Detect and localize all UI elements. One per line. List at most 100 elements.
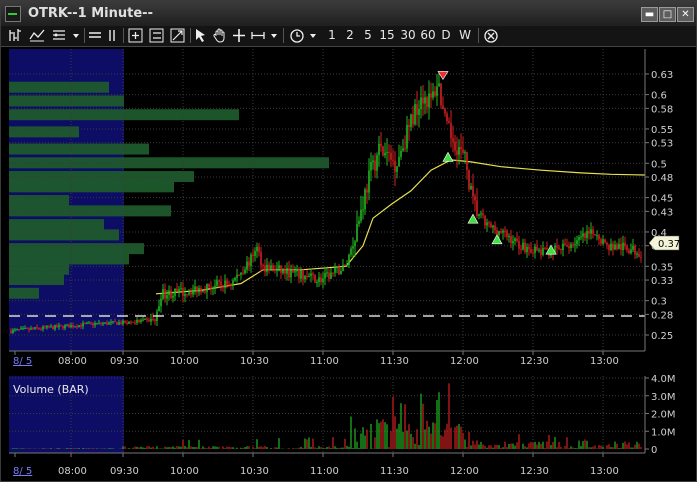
zoom-fit-icon[interactable] [169,27,187,44]
price-candle-body [174,288,176,296]
price-candle-body [456,150,458,155]
price-candle-body [466,152,468,171]
price-candle-body [380,143,382,147]
price-candle-body [310,273,312,276]
price-candle-body [116,322,118,325]
price-candle-body [430,93,432,98]
price-candle-body [438,83,440,87]
price-candle-body [74,326,76,328]
price-x-tick-label: 12:00 [450,356,479,367]
price-candle-body [414,104,416,125]
price-candle-body [330,272,332,279]
tool-dropdown-icon[interactable] [269,27,279,44]
price-candle-body [402,148,404,151]
period-2-button[interactable]: 2 [343,27,357,44]
chart-area[interactable]: 0.630.60.580.550.530.50.480.450.430.40.3… [1,47,696,481]
clock-icon[interactable] [288,27,306,44]
price-candle-body [216,280,218,286]
price-candle-body [202,291,204,293]
price-candle-body [462,149,464,153]
price-candle-body [176,288,178,292]
price-candle-body [242,272,244,274]
price-candle-body [118,322,120,325]
cursor-arrow-icon[interactable] [193,27,209,44]
crosshair-icon[interactable] [231,27,247,44]
price-candle-body [56,325,58,328]
price-candle-body [378,143,380,156]
price-candle-body [146,318,148,320]
price-candle-body [302,270,304,280]
zoom-in-icon[interactable] [127,27,145,44]
price-x-tick-label: 11:30 [380,356,409,367]
price-candle-body [158,306,160,312]
period-15-button[interactable]: 15 [378,27,396,44]
price-candle-body [514,238,516,242]
bar-chart-icon[interactable] [7,27,25,44]
price-candle-body [450,123,452,139]
minimize-button[interactable]: ▬ [641,7,658,22]
price-candle-body [292,269,294,273]
price-candle-body [334,267,336,273]
period-30-button[interactable]: 30 [399,27,417,44]
price-candle-body [210,287,212,289]
price-y-tick-label: 0.35 [651,262,673,273]
period-dropdown-icon[interactable] [308,27,318,44]
price-candle-body [100,322,102,324]
hand-pan-icon[interactable] [212,27,228,44]
price-candle-body [10,330,12,333]
price-candle-body [16,329,18,331]
price-candle-body [538,249,540,251]
price-x-tick-label: 10:30 [240,356,269,367]
price-candle-body [530,248,532,253]
price-candle-body [286,267,288,274]
price-candle-body [400,150,402,157]
price-candle-body [128,321,130,324]
price-candle-body [264,265,266,272]
price-candle-body [356,224,358,242]
price-candle-body [280,265,282,273]
price-candle-body [500,231,502,233]
period-weekly-button[interactable]: W [457,27,473,44]
price-candle-body [164,289,166,299]
volume-x-tick-label: 10:00 [170,466,199,477]
horizontal-lines-icon[interactable] [87,27,103,44]
period-daily-button[interactable]: D [439,27,453,44]
price-candle-body [472,185,474,197]
cancel-circle-icon[interactable] [482,27,500,44]
price-candle-body [260,252,262,266]
indicators-icon[interactable] [50,27,68,44]
price-candle-body [640,256,642,258]
maximize-button[interactable]: □ [659,7,676,22]
price-candle-body [394,160,396,172]
price-candle-body [626,246,628,251]
volume-y-tick-label: 0 [651,445,657,456]
zoom-out-icon[interactable] [148,27,166,44]
price-candle-body [432,91,434,98]
price-candle-body [172,295,174,298]
price-candle-body [570,244,572,249]
volume-profile-bar [9,263,69,275]
title-bar[interactable]: OTRK--1 Minute-- ▬ □ ✕ [1,1,696,27]
candle-chart-icon[interactable] [28,27,46,44]
price-x-tick-label: 8/ 5 [13,356,32,367]
period-5-button[interactable]: 5 [361,27,375,44]
price-candle-body [460,146,462,150]
window-title: OTRK--1 Minute-- [28,6,153,21]
volume-profile-bar [9,229,119,241]
price-candle-body [348,254,350,265]
measure-icon[interactable] [250,27,266,44]
price-candle-body [102,323,104,325]
price-candle-body [452,138,454,142]
price-candle-body [204,291,206,293]
price-candle-body [476,200,478,216]
price-candle-body [274,269,276,271]
period-60-button[interactable]: 60 [419,27,437,44]
price-candle-body [272,265,274,270]
volume-x-tick-label: 11:00 [310,466,339,477]
period-1-button[interactable]: 1 [325,27,339,44]
close-button[interactable]: ✕ [677,7,694,22]
price-candle-body [392,159,394,161]
price-candle-body [28,328,30,330]
chart-type-dropdown-icon[interactable] [71,27,81,44]
vertical-lines-icon[interactable] [105,27,119,44]
